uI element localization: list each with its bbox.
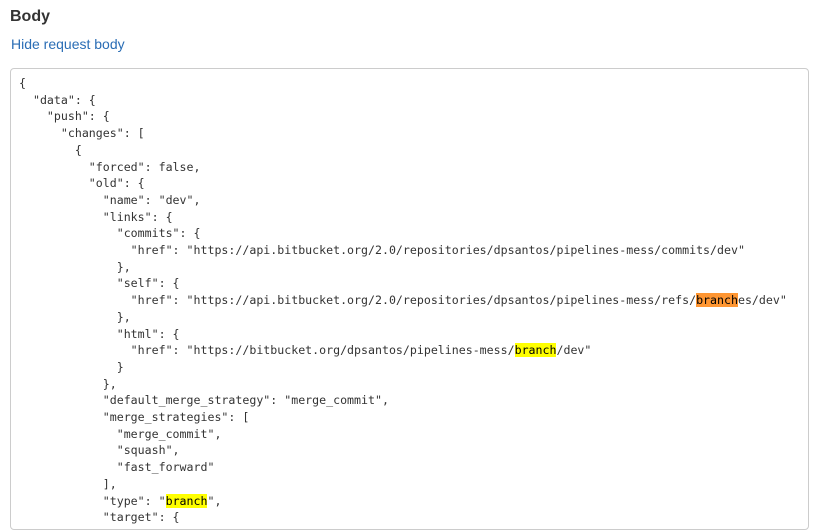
code-line: "href": "https://api.bitbucket.org/2.0/r… xyxy=(19,242,787,259)
code-line: "merge_strategies": [ xyxy=(19,409,787,426)
code-text: }, xyxy=(19,376,117,391)
code-text: "data": { xyxy=(19,92,96,107)
code-text: "changes": [ xyxy=(19,126,145,141)
code-text: } xyxy=(19,359,124,374)
search-highlight: branch xyxy=(514,343,557,358)
code-line: "href": "https://api.bitbucket.org/2.0/r… xyxy=(19,292,787,309)
request-body-code: { "data": { "push": { "changes": [ { "fo… xyxy=(19,75,787,526)
code-text: }, xyxy=(19,259,131,274)
search-highlight: branch xyxy=(696,293,738,308)
code-text: "links": { xyxy=(19,209,173,224)
code-text: { xyxy=(19,142,82,157)
code-line: "target": { xyxy=(19,509,787,526)
code-line: "commits": { xyxy=(19,225,787,242)
code-text: "href": "https://api.bitbucket.org/2.0/r… xyxy=(19,293,697,308)
code-text: { xyxy=(19,76,26,90)
code-line: }, xyxy=(19,259,787,276)
code-line: "type": "branch", xyxy=(19,493,787,510)
code-text: "merge_strategies": [ xyxy=(19,410,250,425)
code-line: }, xyxy=(19,376,787,393)
search-highlight: branch xyxy=(165,493,208,508)
code-text: "href": "https://bitbucket.org/dpsantos/… xyxy=(19,343,515,358)
code-line: } xyxy=(19,359,787,376)
code-line: ], xyxy=(19,476,787,493)
code-text: "fast_forward" xyxy=(19,460,215,475)
code-line: "merge_commit", xyxy=(19,426,787,443)
code-text: "name": "dev", xyxy=(19,192,201,207)
code-text: }, xyxy=(19,309,131,324)
code-text: "html": { xyxy=(19,326,180,341)
code-line: { xyxy=(19,142,787,159)
code-line: "push": { xyxy=(19,108,787,125)
code-text: "forced": false, xyxy=(19,159,201,174)
code-line: "squash", xyxy=(19,442,787,459)
code-text: "commits": { xyxy=(19,226,201,241)
code-line: "default_merge_strategy": "merge_commit"… xyxy=(19,392,787,409)
code-text: "target": { xyxy=(19,510,180,525)
code-line: "data": { xyxy=(19,92,787,109)
code-text: "href": "https://api.bitbucket.org/2.0/r… xyxy=(19,243,745,258)
hide-request-body-link[interactable]: Hide request body xyxy=(11,36,125,52)
code-text: "merge_commit", xyxy=(19,426,222,441)
code-text: es/dev" xyxy=(737,293,787,308)
code-line: "name": "dev", xyxy=(19,192,787,209)
code-text: /dev" xyxy=(556,343,592,358)
code-line: }, xyxy=(19,309,787,326)
request-body-panel[interactable]: { "data": { "push": { "changes": [ { "fo… xyxy=(10,68,809,530)
code-text: "self": { xyxy=(19,276,180,291)
code-line: "changes": [ xyxy=(19,125,787,142)
code-line: "old": { xyxy=(19,175,787,192)
code-text: "squash", xyxy=(19,443,180,458)
code-line: "fast_forward" xyxy=(19,459,787,476)
code-line: { xyxy=(19,75,787,92)
code-text: "type": " xyxy=(19,493,166,508)
code-text: "push": { xyxy=(19,109,110,124)
code-line: "href": "https://bitbucket.org/dpsantos/… xyxy=(19,342,787,359)
code-text: "default_merge_strategy": "merge_commit"… xyxy=(19,393,389,408)
code-text: ], xyxy=(19,476,117,491)
code-text: "old": { xyxy=(19,176,145,191)
code-line: "forced": false, xyxy=(19,159,787,176)
section-title: Body xyxy=(10,8,50,25)
code-line: "self": { xyxy=(19,275,787,292)
code-line: "links": { xyxy=(19,209,787,226)
code-text: ", xyxy=(207,493,222,508)
code-line: "html": { xyxy=(19,326,787,343)
